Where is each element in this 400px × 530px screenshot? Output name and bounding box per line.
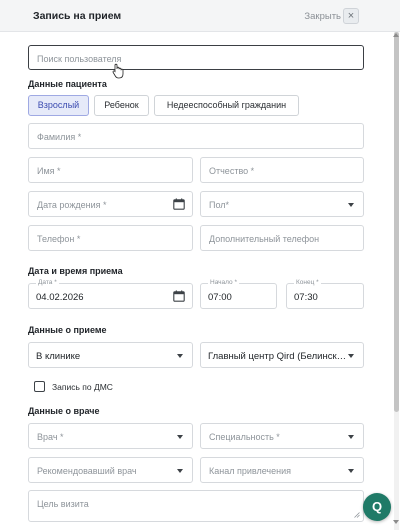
first-name-placeholder: Имя * xyxy=(37,166,61,176)
search-placeholder: Поиск пользователя xyxy=(37,54,122,64)
patient-type-child[interactable]: Ребенок xyxy=(94,95,149,116)
close-label[interactable]: Закрыть xyxy=(304,11,341,22)
branch-select[interactable]: Главный центр Qird (Белинск… xyxy=(200,342,364,368)
chevron-down-icon xyxy=(177,435,183,439)
calendar-icon[interactable] xyxy=(173,198,185,210)
start-time-field[interactable]: Начало * 07:00 xyxy=(200,279,277,309)
channel-placeholder: Канал привлечения xyxy=(209,466,291,476)
close-button[interactable]: × xyxy=(343,8,359,24)
extra-phone-placeholder: Дополнительный телефон xyxy=(209,234,320,244)
end-time-field[interactable]: Конец * 07:30 xyxy=(286,279,364,309)
phone-placeholder: Телефон * xyxy=(37,234,81,244)
chevron-down-icon xyxy=(348,435,354,439)
extra-phone-field[interactable]: Дополнительный телефон xyxy=(200,225,364,251)
doctor-placeholder: Врач * xyxy=(37,432,64,442)
doctor-select[interactable]: Врач * xyxy=(28,423,193,449)
chevron-down-icon xyxy=(348,203,354,207)
referrer-placeholder: Рекомендовавший врач xyxy=(37,466,137,476)
dms-label[interactable]: Запись по ДМС xyxy=(52,382,113,392)
specialty-select[interactable]: Специальность * xyxy=(200,423,364,449)
start-time-label: Начало * xyxy=(208,279,239,286)
location-value: В клинике xyxy=(36,351,81,362)
specialty-placeholder: Специальность * xyxy=(209,432,280,442)
dms-checkbox[interactable] xyxy=(34,381,45,392)
visit-purpose-placeholder: Цель визита xyxy=(37,499,89,509)
scroll-down-arrow-icon[interactable] xyxy=(393,520,399,524)
last-name-placeholder: Фамилия * xyxy=(37,132,82,142)
referrer-select[interactable]: Рекомендовавший врач xyxy=(28,457,193,483)
first-name-field[interactable]: Имя * xyxy=(28,157,193,183)
patient-section-title: Данные пациента xyxy=(28,79,107,89)
chevron-down-icon xyxy=(348,354,354,358)
end-time-value: 07:30 xyxy=(294,292,318,303)
assistant-fab-button[interactable]: Q xyxy=(363,493,391,521)
date-label: Дата * xyxy=(36,279,59,286)
mouse-pointer-icon xyxy=(112,63,124,79)
birth-date-field[interactable]: Дата рождения * xyxy=(28,191,193,217)
phone-field[interactable]: Телефон * xyxy=(28,225,193,251)
channel-select[interactable]: Канал привлечения xyxy=(200,457,364,483)
search-input[interactable]: Поиск пользователя xyxy=(28,45,364,70)
doctor-section-title: Данные о враче xyxy=(28,406,100,416)
calendar-icon[interactable] xyxy=(173,290,185,302)
scroll-up-arrow-icon[interactable] xyxy=(393,33,399,37)
patient-type-adult[interactable]: Взрослый xyxy=(28,95,89,116)
modal-title: Запись на прием xyxy=(33,10,122,22)
patient-type-incapacitated[interactable]: Недееспособный гражданин xyxy=(154,95,299,116)
appointment-section-title: Данные о приеме xyxy=(28,325,107,335)
middle-name-placeholder: Отчество * xyxy=(209,166,255,176)
schedule-section-title: Дата и время приема xyxy=(28,266,123,276)
gender-placeholder: Пол* xyxy=(209,200,230,210)
gender-select[interactable]: Пол* xyxy=(200,191,364,217)
middle-name-field[interactable]: Отчество * xyxy=(200,157,364,183)
modal-header: Запись на прием Закрыть × xyxy=(0,0,400,32)
birth-date-placeholder: Дата рождения * xyxy=(37,200,107,210)
branch-value: Главный центр Qird (Белинск… xyxy=(208,351,347,362)
fab-label[interactable]: Q xyxy=(372,499,382,514)
start-time-value: 07:00 xyxy=(208,292,232,303)
last-name-field[interactable]: Фамилия * xyxy=(28,123,364,149)
location-select[interactable]: В клинике xyxy=(28,342,193,368)
date-value: 04.02.2026 xyxy=(36,292,84,303)
chevron-down-icon xyxy=(177,354,183,358)
scrollbar-thumb[interactable] xyxy=(394,32,399,412)
resize-handle-icon[interactable] xyxy=(354,512,360,518)
chevron-down-icon xyxy=(348,469,354,473)
appointment-date-field[interactable]: Дата * 04.02.2026 xyxy=(28,279,193,309)
end-time-label: Конец * xyxy=(294,279,321,286)
scrollbar[interactable] xyxy=(394,32,399,530)
close-icon[interactable]: × xyxy=(348,10,354,22)
visit-purpose-textarea[interactable]: Цель визита xyxy=(28,490,364,522)
chevron-down-icon xyxy=(177,469,183,473)
